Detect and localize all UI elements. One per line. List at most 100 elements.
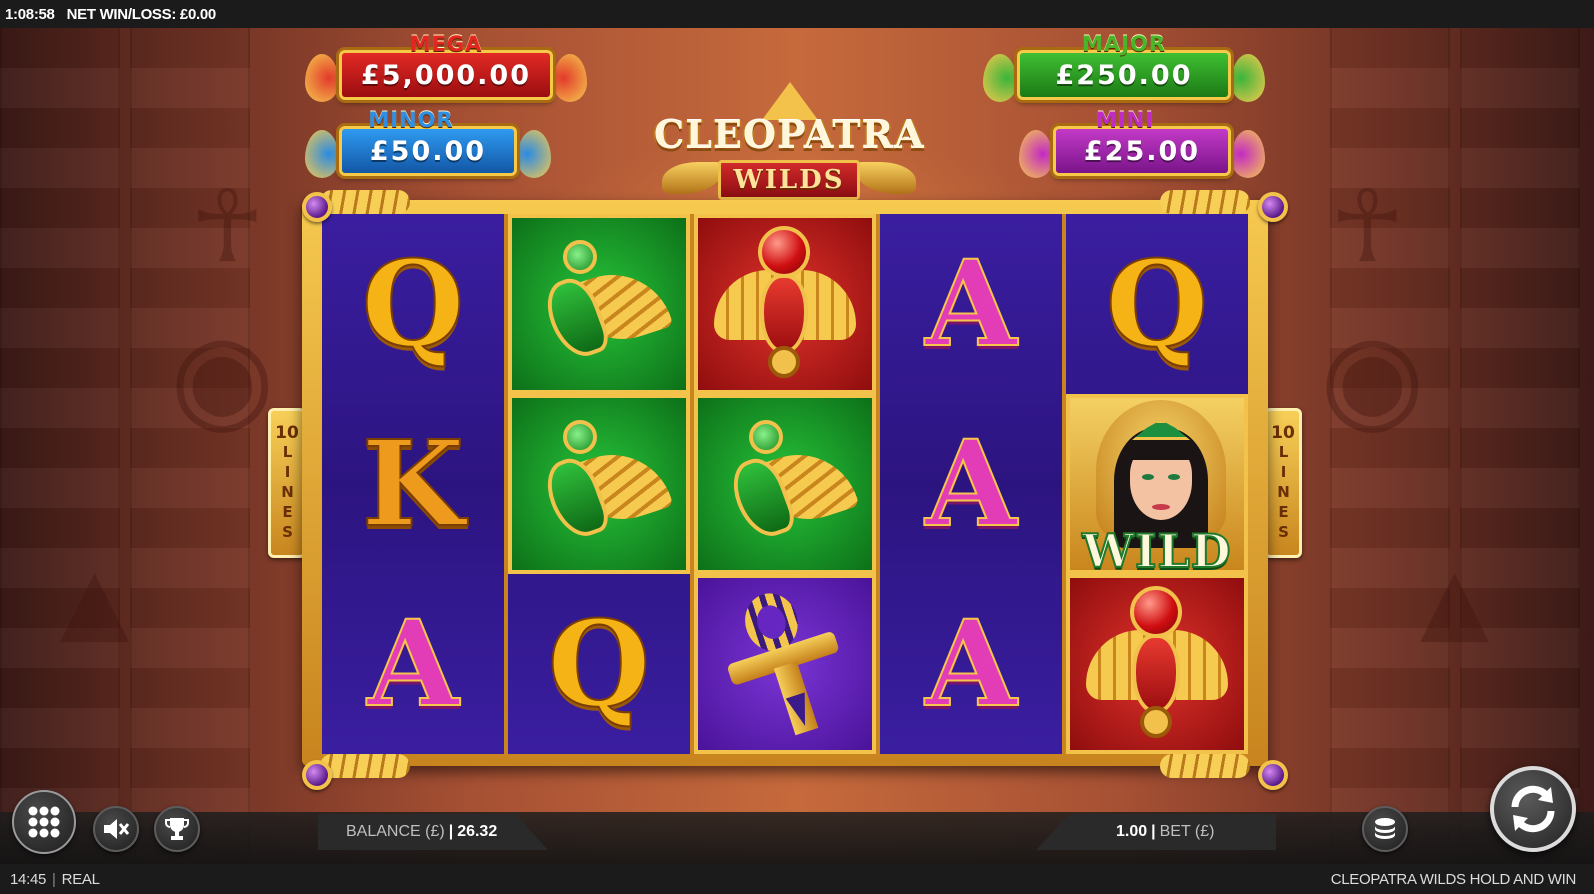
wing-ornament-icon	[1231, 130, 1265, 178]
reel-frame: Q K A Q A A A Q WILD	[302, 200, 1268, 766]
symbol-q: Q	[322, 214, 504, 394]
bird-carving: ▲	[60, 548, 130, 653]
symbol-scarab	[694, 214, 876, 394]
bet-display[interactable]: 1.00 | BET (£)	[1036, 814, 1276, 850]
wing-ornament-icon	[983, 54, 1017, 102]
reel-4: A A A	[880, 214, 1062, 754]
symbol-letter: K	[361, 414, 466, 553]
wing-ornament-icon	[1160, 754, 1250, 778]
bottom-status-bar: 14:45 | REAL CLEOPATRA WILDS HOLD AND WI…	[0, 864, 1594, 894]
paylines-word: LINES	[1274, 443, 1293, 543]
wing-ornament-icon	[1231, 54, 1265, 102]
scarab-icon	[710, 224, 860, 384]
symbol-q: Q	[1066, 214, 1248, 394]
gem-corner-icon	[302, 760, 332, 790]
jackpot-mega: £5,000.00 MEGA	[305, 32, 587, 106]
bird-carving: ▲	[1420, 548, 1490, 653]
menu-button[interactable]	[12, 790, 76, 854]
symbol-ankh	[694, 574, 876, 754]
bg-pillar	[0, 28, 120, 864]
jackpot-minor-amount: £50.00	[339, 126, 517, 176]
symbol-letter: A	[924, 594, 1018, 733]
symbol-horus-bird	[694, 394, 876, 574]
reel-grid: Q K A Q A A A Q WILD	[322, 214, 1248, 754]
symbol-letter: A	[924, 414, 1018, 553]
symbol-letter: A	[924, 234, 1018, 373]
balance-label: BALANCE (£)	[346, 823, 445, 840]
scarab-icon	[1082, 584, 1232, 744]
ankh-carving: ☥	[1330, 168, 1405, 285]
trophy-button[interactable]	[154, 806, 200, 852]
sound-toggle-button[interactable]	[93, 806, 139, 852]
balance-value: 26.32	[457, 823, 498, 840]
symbol-wild-cleopatra: WILD	[1066, 394, 1248, 574]
symbol-horus-bird	[508, 394, 690, 574]
session-clock: 1:08:58	[5, 5, 55, 23]
wing-ornament-icon	[856, 162, 916, 194]
symbol-k: K	[322, 394, 504, 574]
reel-2: Q	[508, 214, 690, 754]
wing-ornament-icon	[1019, 130, 1053, 178]
gem-corner-icon	[1258, 760, 1288, 790]
wing-ornament-icon	[553, 54, 587, 102]
paylines-badge-left: 10 LINES	[268, 408, 306, 558]
eye-of-horus-carving: ◉	[1320, 308, 1425, 447]
horus-bird-icon	[529, 414, 674, 554]
sound-muted-icon	[104, 819, 130, 839]
gem-corner-icon	[1258, 192, 1288, 222]
symbol-letter: A	[366, 594, 460, 733]
stake-button[interactable]	[1362, 806, 1408, 852]
session-time: 14:45	[10, 870, 47, 888]
wing-ornament-icon	[517, 130, 551, 178]
wild-label: WILD	[1081, 523, 1232, 574]
jackpot-mega-label: MEGA	[409, 32, 483, 56]
balance-display: BALANCE (£) | 26.32	[318, 814, 548, 850]
symbol-scarab	[1066, 574, 1248, 754]
paylines-word: LINES	[278, 443, 297, 543]
symbol-horus-bird	[508, 214, 690, 394]
symbol-letter: Q	[547, 594, 652, 733]
game-name: CLEOPATRA WILDS HOLD AND WIN	[1330, 870, 1577, 888]
eye-of-horus-carving: ◉	[170, 308, 275, 447]
wing-ornament-icon	[320, 190, 410, 214]
paylines-badge-right: 10 LINES	[1264, 408, 1302, 558]
logo-subtitle-plate: WILDS	[718, 160, 860, 200]
reel-1: Q K A	[322, 214, 504, 754]
jackpot-mini-label: MINI	[1095, 108, 1155, 132]
ankh-carving: ☥	[190, 168, 265, 285]
logo-subtitle: WILDS	[733, 165, 845, 195]
reel-5: Q WILD	[1066, 214, 1248, 754]
symbol-a: A	[880, 214, 1062, 394]
bet-label: BET (£)	[1159, 823, 1215, 840]
symbol-a: A	[322, 574, 504, 754]
symbol-letter: Q	[1105, 234, 1210, 373]
top-status-bar: 1:08:58 NET WIN/LOSS: £0.00	[0, 0, 1594, 28]
spin-button[interactable]	[1490, 766, 1576, 852]
bg-pillar	[1460, 28, 1580, 864]
logo-title: CLEOPATRA	[654, 112, 925, 157]
jackpot-minor: £50.00 MINOR	[305, 108, 551, 182]
ankh-icon	[695, 571, 875, 757]
menu-grid-icon	[28, 806, 60, 838]
paylines-count: 10	[1271, 423, 1295, 443]
wing-ornament-icon	[305, 54, 339, 102]
wing-ornament-icon	[662, 162, 722, 194]
game-logo: CLEOPATRA WILDS	[654, 82, 924, 202]
trophy-icon	[165, 818, 189, 840]
play-mode: REAL	[61, 870, 100, 888]
jackpot-mega-amount: £5,000.00	[339, 50, 553, 100]
wing-ornament-icon	[305, 130, 339, 178]
gem-corner-icon	[302, 192, 332, 222]
spin-arrows-icon	[1511, 785, 1555, 833]
jackpot-mini: £25.00 MINI	[1019, 108, 1265, 182]
symbol-q: Q	[508, 574, 690, 754]
controls-bar	[0, 812, 1594, 864]
horus-bird-icon	[715, 414, 860, 554]
symbol-a: A	[880, 394, 1062, 574]
jackpot-major: £250.00 MAJOR	[983, 32, 1265, 106]
symbol-a: A	[880, 574, 1062, 754]
paylines-count: 10	[275, 423, 299, 443]
jackpot-minor-label: MINOR	[368, 108, 454, 132]
symbol-letter: Q	[361, 234, 466, 373]
jackpot-major-label: MAJOR	[1082, 32, 1166, 56]
